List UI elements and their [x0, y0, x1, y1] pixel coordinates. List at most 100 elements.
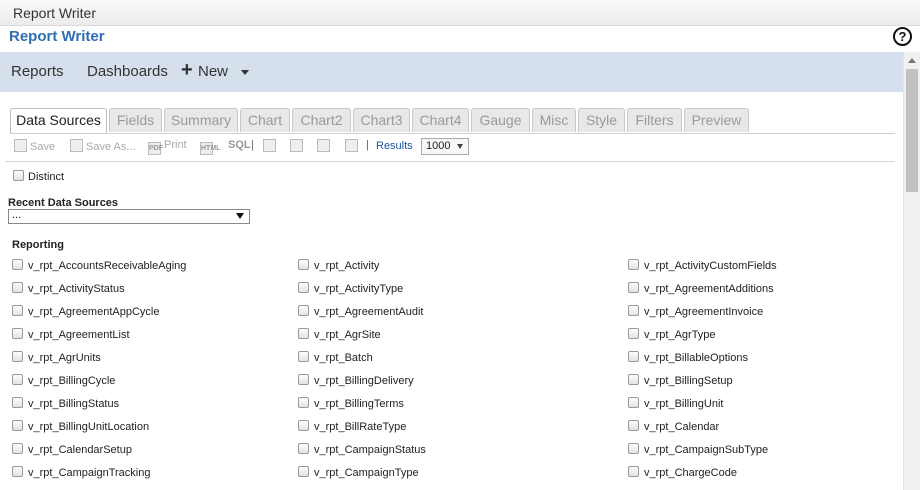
data-source-item[interactable]: v_rpt_ActivityCustomFields	[628, 259, 777, 272]
nav-dashboards[interactable]: Dashboards	[87, 63, 168, 80]
data-source-item[interactable]: v_rpt_CampaignTracking	[12, 466, 150, 479]
data-source-item[interactable]: v_rpt_AgreementList	[12, 328, 130, 341]
plus-icon[interactable]: +	[181, 59, 193, 82]
data-source-item[interactable]: v_rpt_AgrUnits	[12, 351, 101, 364]
data-source-item[interactable]: v_rpt_AgreementAudit	[298, 305, 423, 318]
tab-chart[interactable]: Chart	[240, 108, 290, 132]
tab-fields[interactable]: Fields	[109, 108, 162, 132]
data-source-checkbox[interactable]	[12, 443, 23, 454]
data-source-item[interactable]: v_rpt_AgreementAppCycle	[12, 305, 159, 318]
data-source-checkbox[interactable]	[298, 374, 309, 385]
data-source-checkbox[interactable]	[12, 328, 23, 339]
data-source-item[interactable]: v_rpt_BillingUnitLocation	[12, 420, 149, 433]
data-source-checkbox[interactable]	[628, 443, 639, 454]
data-source-checkbox[interactable]	[12, 420, 23, 431]
data-source-item[interactable]: v_rpt_ActivityType	[298, 282, 403, 295]
data-source-item[interactable]: v_rpt_CampaignStatus	[298, 443, 426, 456]
data-source-item[interactable]: v_rpt_AgreementInvoice	[628, 305, 763, 318]
page-title: Report Writer	[9, 28, 105, 45]
print-button[interactable]: PDFPrint	[148, 139, 187, 155]
data-source-checkbox[interactable]	[12, 374, 23, 385]
export-document-button[interactable]	[345, 139, 361, 153]
data-source-item[interactable]: v_rpt_AgreementAdditions	[628, 282, 774, 295]
data-source-checkbox[interactable]	[12, 305, 23, 316]
tab-filters[interactable]: Filters	[627, 108, 682, 132]
data-source-checkbox[interactable]	[298, 466, 309, 477]
data-source-item[interactable]: v_rpt_ActivityStatus	[12, 282, 125, 295]
results-link[interactable]: Results	[376, 140, 413, 152]
distinct-checkbox[interactable]	[13, 170, 24, 181]
data-source-label: v_rpt_BillingSetup	[644, 375, 733, 387]
tab-chart4[interactable]: Chart4	[412, 108, 469, 132]
tab-preview[interactable]: Preview	[684, 108, 749, 132]
tab-data-sources[interactable]: Data Sources	[10, 108, 107, 134]
data-source-checkbox[interactable]	[628, 374, 639, 385]
data-source-item[interactable]: v_rpt_Batch	[298, 351, 373, 364]
data-source-checkbox[interactable]	[628, 282, 639, 293]
nav-new[interactable]: New	[198, 63, 228, 80]
html-button[interactable]: HTML	[200, 139, 220, 155]
tab-divider	[10, 133, 895, 134]
tab-summary[interactable]: Summary	[164, 108, 238, 132]
data-source-item[interactable]: v_rpt_AccountsReceivableAging	[12, 259, 186, 272]
data-source-checkbox[interactable]	[12, 259, 23, 270]
data-source-item[interactable]: v_rpt_CampaignSubType	[628, 443, 768, 456]
chevron-down-icon[interactable]	[241, 70, 249, 75]
recent-data-sources-select[interactable]: ...	[8, 209, 250, 224]
sql-button[interactable]: SQL	[228, 139, 251, 151]
distinct-option[interactable]: Distinct	[13, 170, 64, 183]
results-limit-select[interactable]: 1000	[421, 138, 469, 155]
data-source-checkbox[interactable]	[12, 397, 23, 408]
nav-reports[interactable]: Reports	[11, 63, 64, 80]
data-source-checkbox[interactable]	[12, 282, 23, 293]
data-source-item[interactable]: v_rpt_Activity	[298, 259, 379, 272]
data-source-checkbox[interactable]	[298, 443, 309, 454]
data-source-item[interactable]: v_rpt_BillingSetup	[628, 374, 733, 387]
data-source-item[interactable]: v_rpt_Calendar	[628, 420, 719, 433]
data-source-checkbox[interactable]	[628, 397, 639, 408]
data-source-item[interactable]: v_rpt_BillingTerms	[298, 397, 404, 410]
data-source-item[interactable]: v_rpt_AgrType	[628, 328, 716, 341]
data-source-item[interactable]: v_rpt_BillableOptions	[628, 351, 748, 364]
data-source-checkbox[interactable]	[298, 305, 309, 316]
tab-chart2[interactable]: Chart2	[292, 108, 351, 132]
save-as-button[interactable]: Save As...	[70, 139, 136, 153]
tab-chart3[interactable]: Chart3	[353, 108, 410, 132]
save-button[interactable]: Save	[14, 139, 55, 153]
scrollbar-thumb[interactable]	[906, 69, 918, 192]
data-source-checkbox[interactable]	[12, 466, 23, 477]
data-source-checkbox[interactable]	[628, 466, 639, 477]
data-source-checkbox[interactable]	[298, 328, 309, 339]
recent-data-sources-label: Recent Data Sources	[8, 197, 119, 209]
data-source-checkbox[interactable]	[12, 351, 23, 362]
tab-misc[interactable]: Misc	[532, 108, 576, 132]
data-source-item[interactable]: v_rpt_BillingCycle	[12, 374, 115, 387]
export-excel-button[interactable]	[290, 139, 306, 153]
data-source-item[interactable]: v_rpt_BillingStatus	[12, 397, 119, 410]
data-source-item[interactable]: v_rpt_BillingUnit	[628, 397, 723, 410]
tab-gauge[interactable]: Gauge	[471, 108, 530, 132]
data-source-item[interactable]: v_rpt_ChargeCode	[628, 466, 737, 479]
data-source-checkbox[interactable]	[298, 420, 309, 431]
data-source-checkbox[interactable]	[628, 420, 639, 431]
data-source-checkbox[interactable]	[628, 259, 639, 270]
data-source-item[interactable]: v_rpt_AgrSite	[298, 328, 381, 341]
data-source-item[interactable]: v_rpt_CampaignType	[298, 466, 419, 479]
data-source-checkbox[interactable]	[298, 397, 309, 408]
export-word-button[interactable]	[317, 139, 333, 153]
data-source-checkbox[interactable]	[628, 305, 639, 316]
data-source-checkbox[interactable]	[298, 259, 309, 270]
data-source-item[interactable]: v_rpt_BillingDelivery	[298, 374, 414, 387]
data-source-checkbox[interactable]	[298, 351, 309, 362]
data-source-checkbox[interactable]	[298, 282, 309, 293]
data-source-item[interactable]: v_rpt_BillRateType	[298, 420, 406, 433]
help-icon[interactable]: ?	[893, 27, 912, 46]
vertical-scrollbar[interactable]	[903, 52, 920, 490]
tab-style[interactable]: Style	[578, 108, 625, 132]
data-source-label: v_rpt_AgreementAudit	[314, 306, 424, 318]
data-source-checkbox[interactable]	[628, 328, 639, 339]
data-source-item[interactable]: v_rpt_CalendarSetup	[12, 443, 132, 456]
data-source-checkbox[interactable]	[628, 351, 639, 362]
scroll-up-icon[interactable]	[908, 58, 916, 63]
export-csv-button[interactable]	[263, 139, 279, 153]
